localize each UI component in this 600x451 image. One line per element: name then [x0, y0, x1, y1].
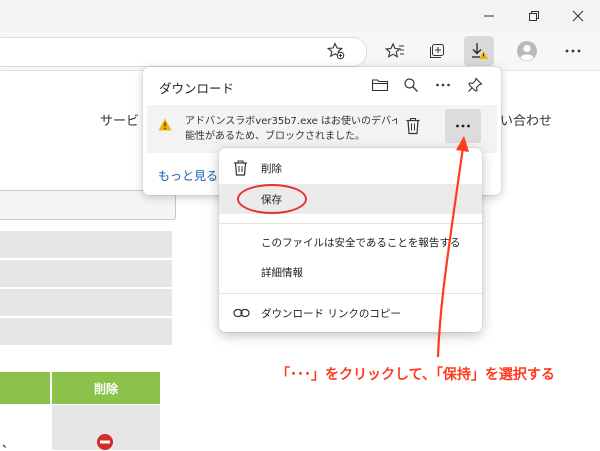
instruction-text: 「･･･」をクリックして、「保持」を選択する [276, 367, 555, 383]
